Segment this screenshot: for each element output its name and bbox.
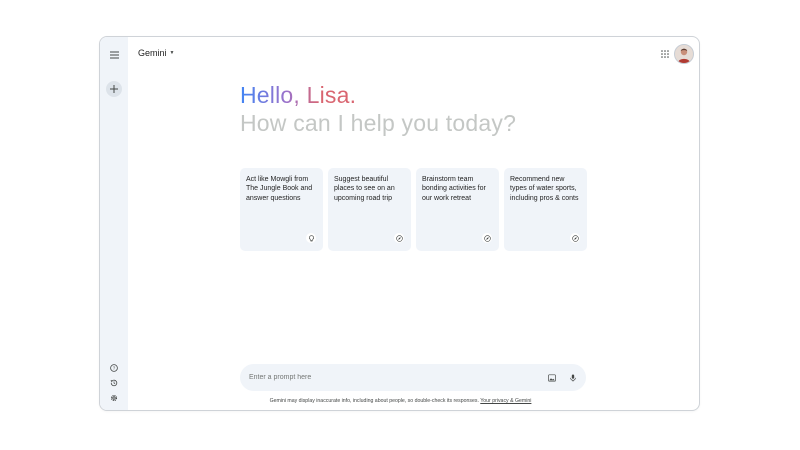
greeting-subtitle: How can I help you today? [240, 110, 517, 136]
history-icon [110, 379, 118, 387]
user-avatar[interactable] [674, 44, 694, 64]
activity-button[interactable] [108, 377, 120, 389]
suggestion-cards: Act like Mowgli from The Jungle Book and… [240, 168, 587, 251]
compass-icon [570, 233, 580, 243]
suggestion-card[interactable]: Suggest beautiful places to see on an up… [328, 168, 411, 251]
svg-text:?: ? [113, 366, 116, 371]
prompt-input[interactable] [249, 370, 519, 384]
new-chat-button[interactable] [106, 81, 122, 97]
microphone-icon[interactable] [567, 372, 578, 383]
model-selector[interactable]: Gemini ▼ [138, 48, 174, 58]
prompt-bar [240, 364, 586, 391]
image-upload-icon[interactable] [546, 372, 557, 383]
suggestion-card[interactable]: Act like Mowgli from The Jungle Book and… [240, 168, 323, 251]
privacy-link[interactable]: Your privacy & Gemini [480, 398, 531, 404]
suggestion-text: Suggest beautiful places to see on an up… [334, 176, 395, 202]
disclaimer: Gemini may display inaccurate info, incl… [100, 398, 699, 404]
suggestion-text: Act like Mowgli from The Jungle Book and… [246, 176, 313, 202]
greeting-title: Hello, Lisa. [240, 82, 357, 108]
suggestion-card[interactable]: Brainstorm team bonding activities for o… [416, 168, 499, 251]
app-title: Gemini [138, 48, 167, 58]
help-button[interactable]: ? [108, 362, 120, 374]
compass-icon [482, 233, 492, 243]
suggestion-text: Recommend new types of water sports, inc… [510, 176, 579, 202]
plus-icon [110, 85, 118, 93]
caret-down-icon: ▼ [169, 50, 175, 56]
disclaimer-text: Gemini may display inaccurate info, incl… [269, 398, 479, 404]
sidebar: ? [100, 37, 128, 410]
lightbulb-icon [306, 233, 316, 243]
suggestion-text: Brainstorm team bonding activities for o… [422, 176, 486, 202]
help-icon: ? [110, 364, 118, 372]
menu-icon[interactable] [107, 48, 121, 62]
compass-icon [394, 233, 404, 243]
apps-grid-icon[interactable] [659, 48, 670, 59]
suggestion-card[interactable]: Recommend new types of water sports, inc… [504, 168, 587, 251]
gemini-window: ? Gemini ▼ Hello, Lisa. How can I help y… [99, 36, 700, 411]
